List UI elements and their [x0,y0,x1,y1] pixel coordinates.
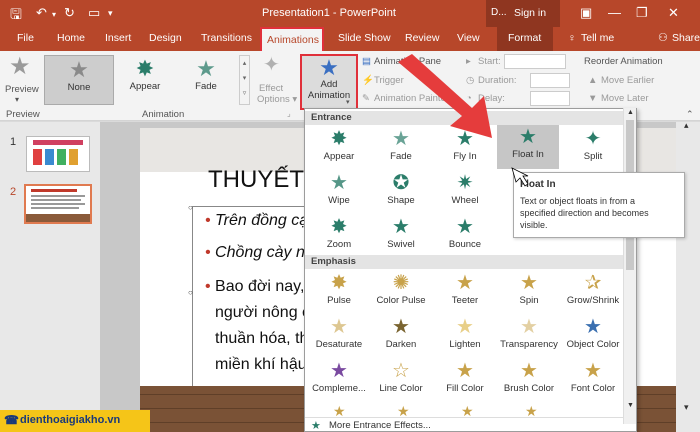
annotation-arrows [398,54,529,187]
mouse-cursor-icon [511,167,529,187]
watermark-logo: ☎ dienthoaigiakho.vn [0,410,150,432]
arrow-to-add-animation [398,54,492,138]
logo-text: dienthoaigiakho.vn [20,414,121,426]
logo-icon: ☎ [4,413,19,427]
powerpoint-window: 🖫 ↶ ▾ ↻ ▭ ▾ Presentation1 - PowerPoint D… [0,0,700,432]
arrow-shape [398,54,492,138]
